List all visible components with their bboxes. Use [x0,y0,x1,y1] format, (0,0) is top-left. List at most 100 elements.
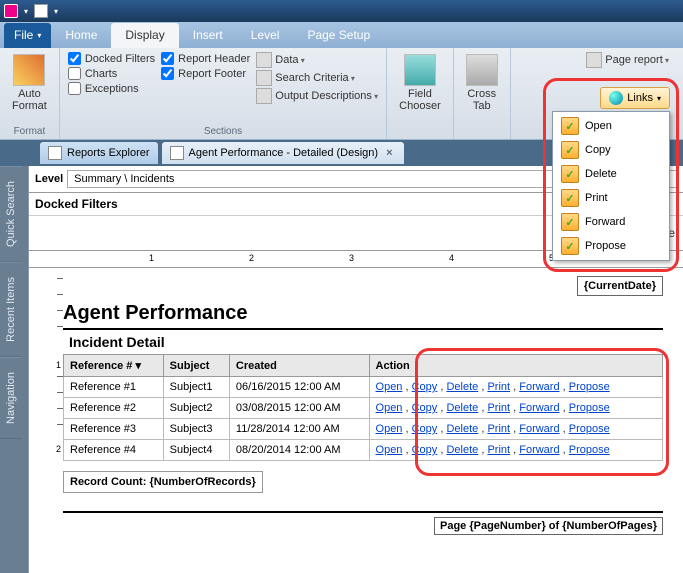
action-link-print[interactable]: Print [487,444,510,456]
level-label: Level [35,173,63,185]
tab-home[interactable]: Home [51,23,111,48]
cell-reference: Reference #2 [64,398,164,419]
cross-tab-icon [466,54,498,86]
links-item-copy[interactable]: Copy [555,138,667,162]
ribbon-group-format: Auto Format Format [0,48,60,139]
tab-display[interactable]: Display [111,23,178,48]
table-row: Reference #2Subject203/08/2015 12:00 AMO… [64,398,663,419]
chk-report-header[interactable]: Report Header [161,52,250,65]
links-item-delete[interactable]: Delete [555,162,667,186]
qat-arrow[interactable]: ▾ [54,7,58,16]
search-icon [256,70,272,86]
ribbon-group-cross-tab: Cross Tab [454,48,511,139]
field-chooser-button[interactable]: Field Chooser [395,52,445,114]
doc-tab-agent-performance[interactable]: Agent Performance - Detailed (Design) × [162,142,404,164]
side-tab-navigation[interactable]: Navigation [0,357,22,439]
action-link-delete[interactable]: Delete [446,444,478,456]
links-button[interactable]: Links [600,87,670,109]
action-link-copy[interactable]: Copy [412,402,438,414]
auto-format-button[interactable]: Auto Format [8,52,51,114]
data-dropdown[interactable]: Data [256,52,378,68]
tab-insert[interactable]: Insert [179,23,237,48]
output-descriptions-dropdown[interactable]: Output Descriptions [256,88,378,104]
save-icon[interactable] [34,4,48,18]
col-action[interactable]: Action [369,355,662,377]
action-link-print[interactable]: Print [487,381,510,393]
cell-reference: Reference #4 [64,440,164,461]
action-link-forward[interactable]: Forward [519,444,559,456]
chk-exceptions[interactable]: Exceptions [68,82,155,95]
action-link-copy[interactable]: Copy [412,444,438,456]
cell-created: 06/16/2015 12:00 AM [229,377,369,398]
chk-charts[interactable]: Charts [68,67,155,80]
side-tab-strip: Quick Search Recent Items Navigation [0,166,28,573]
page-report-icon [586,52,602,68]
links-item-open[interactable]: Open [555,114,667,138]
action-link-propose[interactable]: Propose [569,381,610,393]
report-title: Agent Performance [63,302,663,330]
output-icon [256,88,272,104]
action-link-propose[interactable]: Propose [569,402,610,414]
col-created[interactable]: Created [229,355,369,377]
links-item-propose[interactable]: Propose [555,234,667,258]
action-link-print[interactable]: Print [487,402,510,414]
report-canvas: 1 2 {CurrentDate} Agent Performance Inci… [29,268,683,543]
links-item-print[interactable]: Print [555,186,667,210]
links-item-forward[interactable]: Forward [555,210,667,234]
action-link-print[interactable]: Print [487,423,510,435]
titlebar: ▾ ▾ [0,0,683,22]
action-link-forward[interactable]: Forward [519,402,559,414]
cell-created: 08/20/2014 12:00 AM [229,440,369,461]
app-menu-arrow[interactable]: ▾ [24,7,28,16]
folder-icon [48,146,62,160]
cell-created: 11/28/2014 12:00 AM [229,419,369,440]
cell-subject: Subject2 [163,398,229,419]
side-tab-quick-search[interactable]: Quick Search [0,166,22,262]
cell-action: Open , Copy , Delete , Print , Forward ,… [369,440,662,461]
side-tab-recent-items[interactable]: Recent Items [0,262,22,357]
tab-page-setup[interactable]: Page Setup [293,23,384,48]
action-link-open[interactable]: Open [376,423,403,435]
report-icon [170,146,184,160]
page-report-dropdown[interactable]: Page report [586,52,669,68]
links-menu: Open Copy Delete Print Forward Propose [552,111,670,261]
chk-docked-filters[interactable]: Docked Filters [68,52,155,65]
ribbon-group-sections: Docked Filters Charts Exceptions Report … [60,48,387,139]
record-count-field[interactable]: Record Count: {NumberOfRecords} [63,471,263,493]
field-chooser-icon [404,54,436,86]
action-link-propose[interactable]: Propose [569,444,610,456]
doc-tab-reports-explorer[interactable]: Reports Explorer [40,142,158,164]
action-link-delete[interactable]: Delete [446,423,478,435]
cell-action: Open , Copy , Delete , Print , Forward ,… [369,419,662,440]
check-icon [561,189,579,207]
search-criteria-dropdown[interactable]: Search Criteria [256,70,378,86]
cross-tab-button[interactable]: Cross Tab [462,52,502,114]
cell-subject: Subject3 [163,419,229,440]
vertical-ruler: 1 2 [49,268,63,543]
chk-report-footer[interactable]: Report Footer [161,67,250,80]
action-link-open[interactable]: Open [376,402,403,414]
current-date-field[interactable]: {CurrentDate} [577,276,663,296]
action-link-forward[interactable]: Forward [519,423,559,435]
action-link-delete[interactable]: Delete [446,381,478,393]
action-link-delete[interactable]: Delete [446,402,478,414]
table-header-row: Reference # ▾ Subject Created Action [64,355,663,377]
action-link-open[interactable]: Open [376,381,403,393]
action-link-copy[interactable]: Copy [412,423,438,435]
links-icon [609,91,623,105]
action-link-propose[interactable]: Propose [569,423,610,435]
check-icon [561,237,579,255]
action-link-copy[interactable]: Copy [412,381,438,393]
action-link-open[interactable]: Open [376,444,403,456]
file-tab[interactable]: File [4,23,51,48]
col-subject[interactable]: Subject [163,355,229,377]
cell-subject: Subject4 [163,440,229,461]
action-link-forward[interactable]: Forward [519,381,559,393]
tab-level[interactable]: Level [237,23,294,48]
cell-action: Open , Copy , Delete , Print , Forward ,… [369,398,662,419]
page-number-field[interactable]: Page {PageNumber} of {NumberOfPages} [434,517,663,535]
links-dropdown-highlight: Links Open Copy Delete Print Forward Pro… [543,78,679,272]
check-icon [561,141,579,159]
close-icon[interactable]: × [383,147,395,159]
col-reference[interactable]: Reference # ▾ [64,355,164,377]
